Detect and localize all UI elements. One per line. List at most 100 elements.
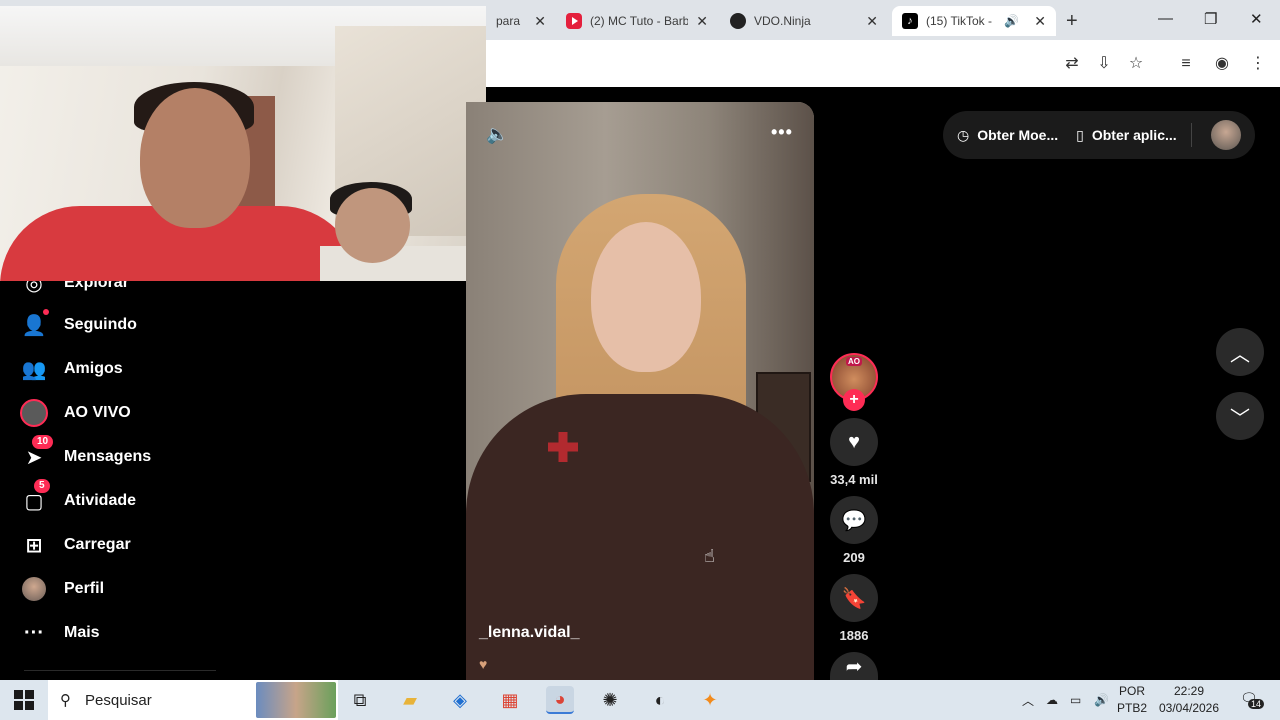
sidebar-item-label: Carregar — [64, 536, 131, 553]
windows-taskbar: ⚲ Pesquisar ⧉ ▰ ◈ ▦ ◕ ✺ ◐ ✦ ︿ ☁ ▭ 🔊 POR … — [0, 680, 1280, 720]
search-highlight-image — [256, 682, 336, 718]
restore-button[interactable]: ❐ — [1204, 10, 1217, 28]
notification-center-button[interactable]: 🗨 14 — [1240, 690, 1265, 710]
tab-title: (15) TikTok - Fa — [926, 14, 996, 28]
browser-toolbar: ⇄ ⇩ ☆ ≡ ◉ ⋮ — [486, 40, 1280, 87]
tab-vdo-ninja[interactable]: VDO.Ninja ✕ — [720, 6, 888, 36]
chrome-icon[interactable]: ◕ — [546, 686, 574, 714]
top-actions-pill: ◷ Obter Moe... ▯ Obter aplic... — [943, 111, 1255, 159]
media-control-icon[interactable]: ≡ — [1176, 54, 1196, 74]
avatar-icon — [22, 577, 46, 601]
previous-video-button[interactable]: ︿ — [1216, 328, 1264, 376]
fl-studio-icon[interactable]: ✦ — [696, 686, 724, 714]
webcam-overlay — [0, 6, 486, 281]
badge: 5 — [34, 479, 50, 493]
upload-icon: ⊞ — [25, 534, 43, 557]
like-button[interactable]: ♥ — [830, 418, 878, 466]
sidebar-item-label: Amigos — [64, 360, 123, 377]
sidebar-item-label: Atividade — [64, 492, 137, 509]
search-placeholder: Pesquisar — [85, 691, 152, 709]
get-app-button[interactable]: Obter aplic... — [1092, 127, 1177, 143]
volume-tray-icon[interactable]: 🔊 — [1094, 680, 1109, 720]
star-icon[interactable]: ☆ — [1126, 54, 1146, 74]
menu-kebab-icon[interactable]: ⋮ — [1248, 54, 1268, 74]
tray-overflow-icon[interactable]: ︿ — [1022, 680, 1034, 720]
close-icon[interactable]: ✕ — [1034, 13, 1046, 30]
profile-icon[interactable]: ◉ — [1212, 54, 1232, 74]
heart-icon: ♥ — [848, 430, 860, 453]
message-icon: ➤ 10 — [22, 435, 54, 469]
obs-icon[interactable]: ◐ — [646, 686, 674, 714]
sidebar-item-label: Perfil — [64, 580, 105, 597]
divider — [24, 670, 216, 671]
tab-title: para — [496, 14, 521, 28]
translate-icon[interactable]: ⇄ — [1062, 54, 1082, 74]
clock-date: 03/04/2026 — [1158, 701, 1220, 715]
onedrive-icon[interactable]: ☁ — [1046, 680, 1058, 720]
sidebar-item-ao-vivo[interactable]: AO VIVO — [20, 399, 131, 427]
taskbar-clock[interactable]: 22:29 03/04/2026 — [1150, 683, 1228, 717]
close-window-button[interactable]: ✕ — [1250, 10, 1263, 28]
store-icon[interactable]: ▦ — [496, 686, 524, 714]
sidebar-item-seguindo[interactable]: 👤 Seguindo — [22, 309, 137, 337]
sidebar-item-amigos[interactable]: 👥 Amigos — [22, 357, 123, 381]
sidebar-item-label: AO VIVO — [64, 404, 131, 421]
clock-time: 22:29 — [1173, 684, 1205, 698]
phone-icon: ▯ — [1076, 126, 1084, 143]
hand-cursor-icon: ☝ — [704, 546, 715, 566]
bookmark-icon: 🔖 — [841, 587, 867, 610]
tab-title: VDO.Ninja — [754, 14, 811, 28]
taskbar-search[interactable]: ⚲ Pesquisar — [48, 680, 338, 720]
volume-icon[interactable]: 🔈 — [486, 124, 508, 145]
sidebar-item-mensagens[interactable]: ➤ 10 Mensagens — [22, 435, 152, 469]
video-author[interactable]: _lenna.vidal_ — [479, 624, 580, 642]
comment-button[interactable]: 💬 — [830, 496, 878, 544]
windows-start-button[interactable] — [14, 690, 34, 710]
tiktok-icon: ♪ — [902, 13, 918, 29]
comment-icon: 💬 — [841, 509, 867, 532]
tab-youtube[interactable]: (2) MC Tuto - Barb ✕ — [556, 6, 718, 36]
sidebar-item-label: Mais — [64, 624, 100, 641]
new-tab-button[interactable]: + — [1066, 10, 1078, 33]
sidebar-item-carregar[interactable]: ⊞ Carregar — [22, 533, 131, 557]
address-bar[interactable] — [486, 47, 1041, 81]
sidebar-item-mais[interactable]: ··· Mais — [22, 621, 100, 645]
share-icon: ➦ — [845, 655, 863, 678]
screen: para ✕ (2) MC Tuto - Barb ✕ VDO.Ninja ✕ … — [0, 0, 1280, 720]
sidebar-item-label: Seguindo — [64, 316, 137, 333]
language-indicator[interactable]: POR PTB2 — [1116, 683, 1148, 717]
sidebar-item-atividade[interactable]: ▢ 5 Atividade — [22, 479, 137, 513]
close-icon[interactable]: ✕ — [866, 13, 878, 30]
tab-title: (2) MC Tuto - Barb — [590, 14, 689, 28]
chevron-down-icon: ﹀ — [1230, 407, 1250, 430]
divider — [1190, 123, 1192, 147]
close-icon[interactable]: ✕ — [696, 13, 708, 30]
minimize-button[interactable]: — — [1158, 10, 1173, 27]
tab-para[interactable]: para ✕ — [486, 6, 556, 36]
close-icon[interactable]: ✕ — [534, 13, 546, 30]
speaker-icon[interactable]: 🔊 — [1004, 14, 1019, 28]
chatgpt-icon[interactable]: ✺ — [596, 686, 624, 714]
youtube-icon — [566, 13, 582, 29]
sidebar-item-perfil[interactable]: Perfil — [22, 577, 104, 601]
video-player[interactable] — [466, 102, 814, 680]
more-options-icon[interactable]: ••• — [771, 122, 793, 143]
next-video-button[interactable]: ﹀ — [1216, 392, 1264, 440]
task-view-icon[interactable]: ⧉ — [346, 686, 374, 714]
outlook-icon[interactable]: ◈ — [446, 686, 474, 714]
tab-tiktok[interactable]: ♪ (15) TikTok - Fa 🔊 ✕ — [892, 6, 1056, 36]
follow-button[interactable]: + — [843, 389, 865, 411]
network-icon[interactable]: ▭ — [1070, 680, 1081, 720]
person-follow-icon: 👤 — [22, 309, 49, 337]
chevron-up-icon: ︿ — [1230, 343, 1250, 366]
profile-avatar[interactable] — [1211, 120, 1241, 150]
file-explorer-icon[interactable]: ▰ — [396, 686, 424, 714]
get-coins-button[interactable]: Obter Moe... — [977, 127, 1058, 143]
install-icon[interactable]: ⇩ — [1094, 54, 1114, 74]
save-button[interactable]: 🔖 — [830, 574, 878, 622]
share-button[interactable]: ➦ — [830, 652, 878, 680]
comment-count: 209 — [843, 550, 865, 565]
search-icon: ⚲ — [60, 692, 71, 709]
sidebar-item-label: Mensagens — [64, 448, 152, 465]
coin-icon: ◷ — [957, 126, 970, 143]
